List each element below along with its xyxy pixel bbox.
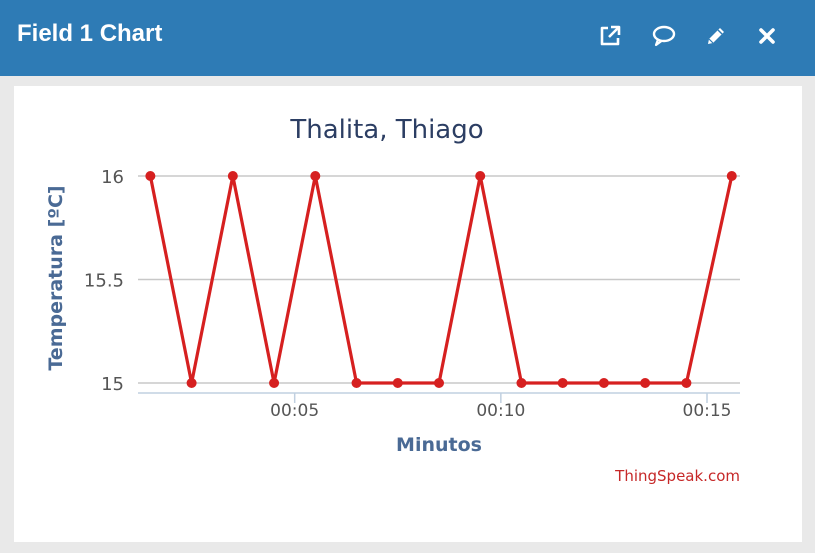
data-point[interactable] (640, 378, 651, 388)
x-tick-label: 00:05 (270, 401, 319, 421)
close-icon (759, 28, 775, 44)
data-point[interactable] (351, 378, 362, 388)
data-point[interactable] (726, 171, 737, 181)
data-point[interactable] (310, 171, 321, 181)
x-tick-label: 00:15 (683, 401, 732, 421)
data-point[interactable] (516, 378, 527, 388)
data-point[interactable] (681, 378, 692, 388)
data-point[interactable] (598, 378, 609, 388)
edit-button[interactable] (702, 22, 730, 50)
chart-panel: Thalita, Thiago 15 15.5 16 00:05 00:10 00:15… (14, 86, 802, 542)
data-point[interactable] (227, 171, 238, 181)
data-point[interactable] (269, 378, 280, 388)
external-link-icon (600, 25, 621, 46)
line-chart: Thalita, Thiago 15 15.5 16 00:05 00:10 00:15… (45, 115, 740, 485)
x-axis-label: Minutos (396, 434, 482, 456)
window-title: Field 1 Chart (17, 20, 163, 47)
y-tick-label: 15 (101, 374, 124, 395)
credit-link[interactable]: ThingSpeak.com (614, 467, 740, 485)
y-tick-label: 15.5 (84, 271, 124, 292)
window-titlebar: Field 1 Chart (0, 0, 815, 76)
chart-title: Thalita, Thiago (289, 115, 483, 145)
data-point[interactable] (186, 378, 197, 388)
y-axis-label: Temperatura [ºC] (45, 185, 67, 370)
y-tick-label: 16 (101, 167, 124, 188)
speech-bubble-icon (652, 25, 676, 47)
close-button[interactable] (753, 22, 781, 50)
chart-window: Field 1 Chart Thalita, Thiago 15 15.5 16… (0, 0, 815, 553)
x-tick-label: 00:10 (476, 401, 525, 421)
pencil-icon (708, 28, 724, 44)
data-point[interactable] (475, 171, 486, 181)
data-point[interactable] (145, 171, 156, 181)
data-point[interactable] (557, 378, 568, 388)
comment-button[interactable] (650, 22, 678, 50)
open-external-button[interactable] (596, 22, 624, 50)
data-point[interactable] (434, 378, 444, 388)
data-point[interactable] (392, 378, 403, 388)
